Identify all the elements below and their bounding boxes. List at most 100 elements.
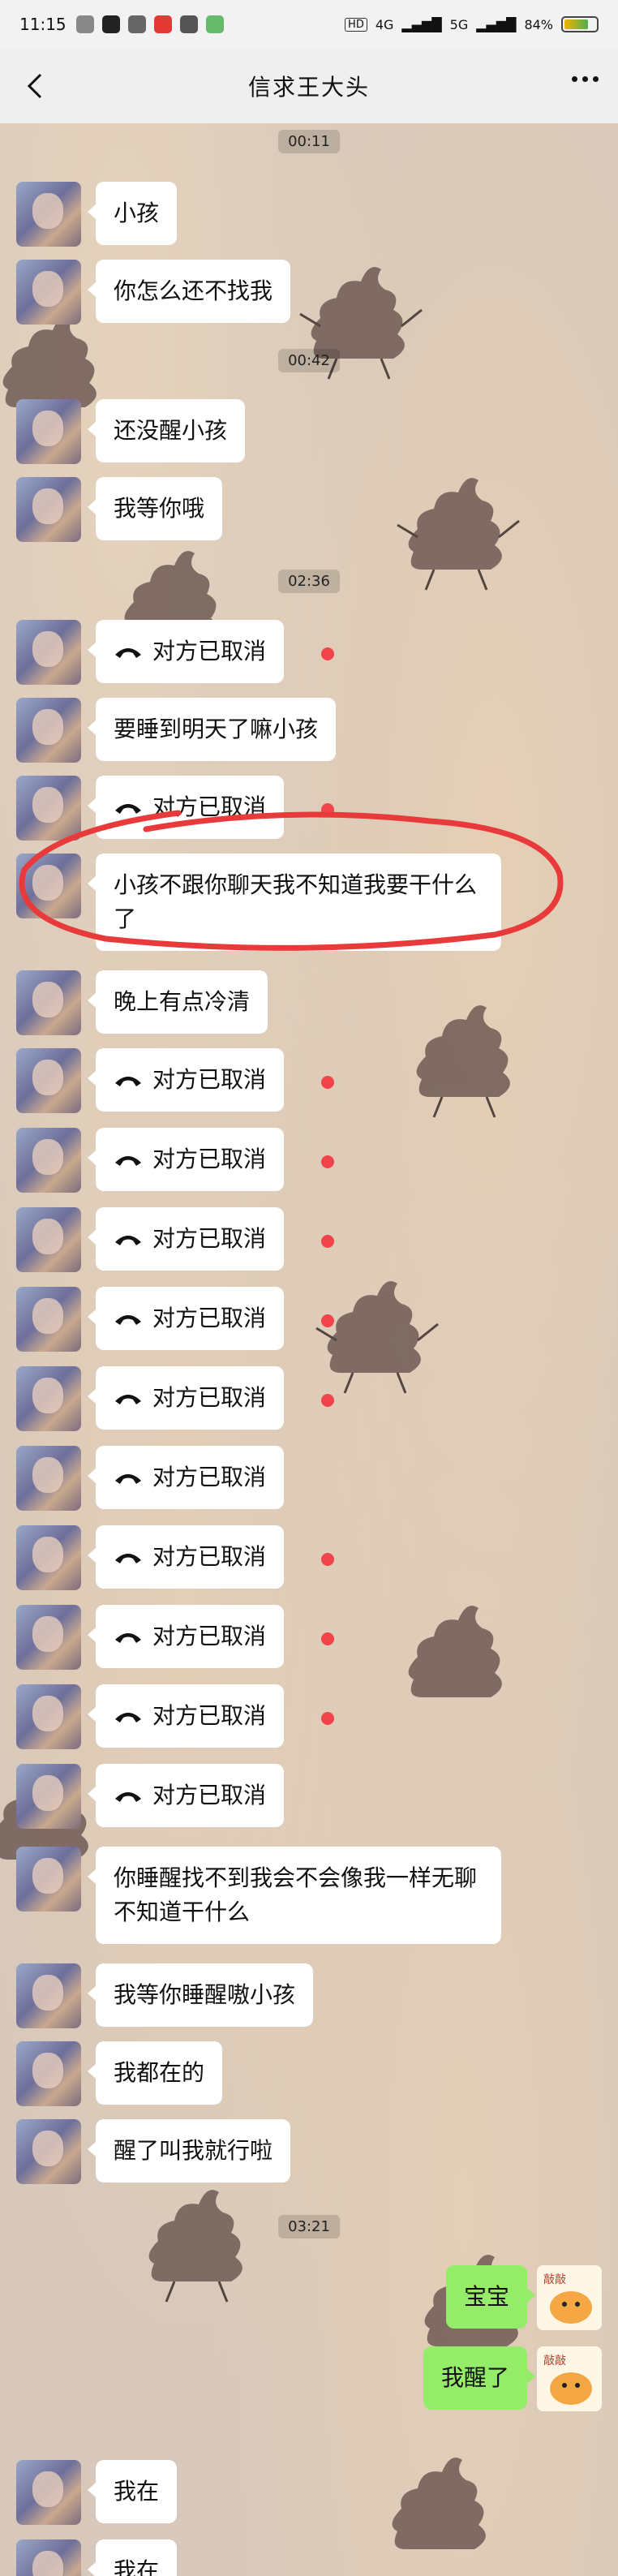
tiger-sticker-icon: 敲敲 bbox=[537, 2265, 602, 2330]
avatar[interactable] bbox=[16, 1287, 81, 1352]
recall-text: 对方已取消 bbox=[152, 1384, 267, 1411]
avatar[interactable] bbox=[16, 1847, 81, 1912]
battery-text: 84% bbox=[524, 16, 553, 32]
phone-hangup-icon bbox=[115, 1156, 141, 1166]
signal2-icon: ▂▄▆█ bbox=[476, 16, 517, 32]
avatar[interactable] bbox=[16, 854, 81, 918]
recalled-call-bubble[interactable]: 对方已取消 bbox=[87, 1764, 285, 1827]
unread-dot bbox=[321, 1632, 334, 1645]
avatar[interactable] bbox=[16, 1128, 81, 1193]
message-bubble[interactable]: 我等你睡醒嗷小孩 bbox=[87, 1963, 314, 2027]
my-avatar[interactable]: 敲敲 bbox=[537, 2265, 602, 2330]
app2-icon bbox=[205, 15, 224, 33]
avatar[interactable] bbox=[16, 1764, 81, 1829]
tiktok-icon bbox=[101, 15, 120, 33]
recalled-call-bubble[interactable]: 对方已取消 bbox=[87, 1446, 285, 1509]
recalled-call-bubble[interactable]: 对方已取消 bbox=[87, 1128, 285, 1191]
timestamp: 00:11 bbox=[278, 130, 340, 153]
avatar[interactable] bbox=[16, 477, 81, 542]
tiger-sticker-icon: 敲敲 bbox=[537, 2346, 602, 2411]
hd-icon: HD bbox=[345, 17, 367, 32]
recalled-call-bubble[interactable]: 对方已取消 bbox=[87, 1605, 285, 1668]
recall-text: 对方已取消 bbox=[152, 1623, 267, 1649]
my-avatar[interactable]: 敲敲 bbox=[537, 2346, 602, 2411]
battery-icon bbox=[561, 16, 599, 32]
avatar[interactable] bbox=[16, 1207, 81, 1272]
unread-dot bbox=[321, 1076, 334, 1089]
message-bubble[interactable]: 你睡醒找不到我会不会像我一样无聊不知道干什么 bbox=[88, 1847, 501, 1944]
avatar[interactable] bbox=[16, 1048, 81, 1113]
phone-hangup-icon bbox=[115, 1315, 141, 1325]
avatar[interactable] bbox=[16, 2539, 81, 2576]
status-bar: 11:15 HD 4G ▂▄▆█ 5G ▂▄▆█ 84% bbox=[0, 0, 618, 49]
unread-dot bbox=[321, 1394, 334, 1407]
avatar[interactable] bbox=[16, 182, 81, 247]
recalled-call-bubble[interactable]: 对方已取消 bbox=[87, 1287, 285, 1350]
my-message-bubble[interactable]: 宝宝 bbox=[445, 2265, 536, 2329]
recall-text: 对方已取消 bbox=[152, 638, 267, 664]
recall-text: 对方已取消 bbox=[152, 1146, 267, 1172]
poop-wallpaper-icon bbox=[392, 2458, 486, 2549]
notification-icons bbox=[75, 15, 224, 33]
recalled-call-bubble[interactable]: 对方已取消 bbox=[87, 1366, 285, 1430]
avatar[interactable] bbox=[16, 1366, 81, 1431]
recalled-call-bubble[interactable]: 对方已取消 bbox=[87, 1048, 285, 1112]
avatar[interactable] bbox=[16, 2041, 81, 2106]
unread-dot bbox=[321, 1712, 334, 1725]
more-button[interactable] bbox=[572, 76, 599, 82]
avatar[interactable] bbox=[16, 620, 81, 685]
avatar[interactable] bbox=[16, 1605, 81, 1670]
avatar[interactable] bbox=[16, 399, 81, 464]
message-bubble[interactable]: 我等你哦 bbox=[87, 477, 223, 540]
avatar[interactable] bbox=[16, 1963, 81, 2028]
snapchat-icon bbox=[127, 15, 146, 33]
phone-hangup-icon bbox=[115, 1713, 141, 1722]
phone-hangup-icon bbox=[115, 804, 141, 814]
recalled-call-bubble[interactable]: 对方已取消 bbox=[87, 1207, 285, 1271]
avatar[interactable] bbox=[16, 1446, 81, 1511]
timestamp: 02:36 bbox=[278, 570, 340, 593]
message-bubble[interactable]: 我都在的 bbox=[87, 2041, 223, 2105]
message-bubble[interactable]: 我在 bbox=[87, 2460, 178, 2523]
back-button[interactable] bbox=[19, 68, 52, 104]
recalled-call-bubble[interactable]: 对方已取消 bbox=[87, 776, 285, 839]
poop-wallpaper-icon bbox=[408, 1606, 502, 1697]
avatar[interactable] bbox=[16, 776, 81, 841]
recalled-call-bubble[interactable]: 对方已取消 bbox=[87, 620, 285, 683]
avatar[interactable] bbox=[16, 1684, 81, 1749]
avatar[interactable] bbox=[16, 260, 81, 325]
recalled-call-bubble[interactable]: 对方已取消 bbox=[87, 1525, 285, 1589]
message-bubble[interactable]: 小孩不跟你聊天我不知道我要干什么了 bbox=[88, 854, 501, 951]
message-bubble[interactable]: 小孩 bbox=[87, 182, 178, 245]
chevron-left-icon bbox=[27, 73, 42, 99]
message-bubble[interactable]: 我在 bbox=[87, 2539, 178, 2576]
my-message-bubble[interactable]: 我醒了 bbox=[423, 2346, 536, 2410]
network-5g: 5G bbox=[449, 16, 469, 32]
avatar[interactable] bbox=[16, 2460, 81, 2525]
phone-hangup-icon bbox=[115, 1474, 141, 1484]
message-bubble[interactable]: 你怎么还不找我 bbox=[87, 260, 291, 323]
recall-text: 对方已取消 bbox=[152, 1543, 267, 1570]
chat-area[interactable]: 00:11 00:42 02:36 03:21 小孩 你怎么还不找我 还没醒小孩… bbox=[0, 123, 618, 2576]
recalled-call-bubble[interactable]: 对方已取消 bbox=[87, 1684, 285, 1748]
chat-header: 信求王大头 bbox=[0, 49, 618, 124]
avatar[interactable] bbox=[16, 698, 81, 763]
poop-wallpaper-icon bbox=[315, 1281, 439, 1394]
phone-hangup-icon bbox=[115, 1633, 141, 1643]
unread-dot bbox=[321, 1553, 334, 1566]
unread-dot bbox=[321, 1235, 334, 1248]
status-time: 11:15 bbox=[19, 15, 67, 34]
message-bubble[interactable]: 还没醒小孩 bbox=[87, 399, 246, 462]
message-bubble[interactable]: 要睡到明天了嘛小孩 bbox=[87, 698, 337, 761]
phone-hangup-icon bbox=[115, 1554, 141, 1563]
avatar[interactable] bbox=[16, 1525, 81, 1590]
recall-text: 对方已取消 bbox=[152, 1225, 267, 1252]
avatar[interactable] bbox=[16, 2119, 81, 2184]
timestamp: 00:42 bbox=[278, 349, 340, 372]
wechat-icon bbox=[75, 15, 94, 33]
avatar[interactable] bbox=[16, 970, 81, 1035]
timestamp: 03:21 bbox=[278, 2215, 340, 2238]
message-bubble[interactable]: 醒了叫我就行啦 bbox=[87, 2119, 291, 2183]
message-bubble[interactable]: 晚上有点冷清 bbox=[87, 970, 268, 1034]
phone-hangup-icon bbox=[115, 1792, 141, 1802]
